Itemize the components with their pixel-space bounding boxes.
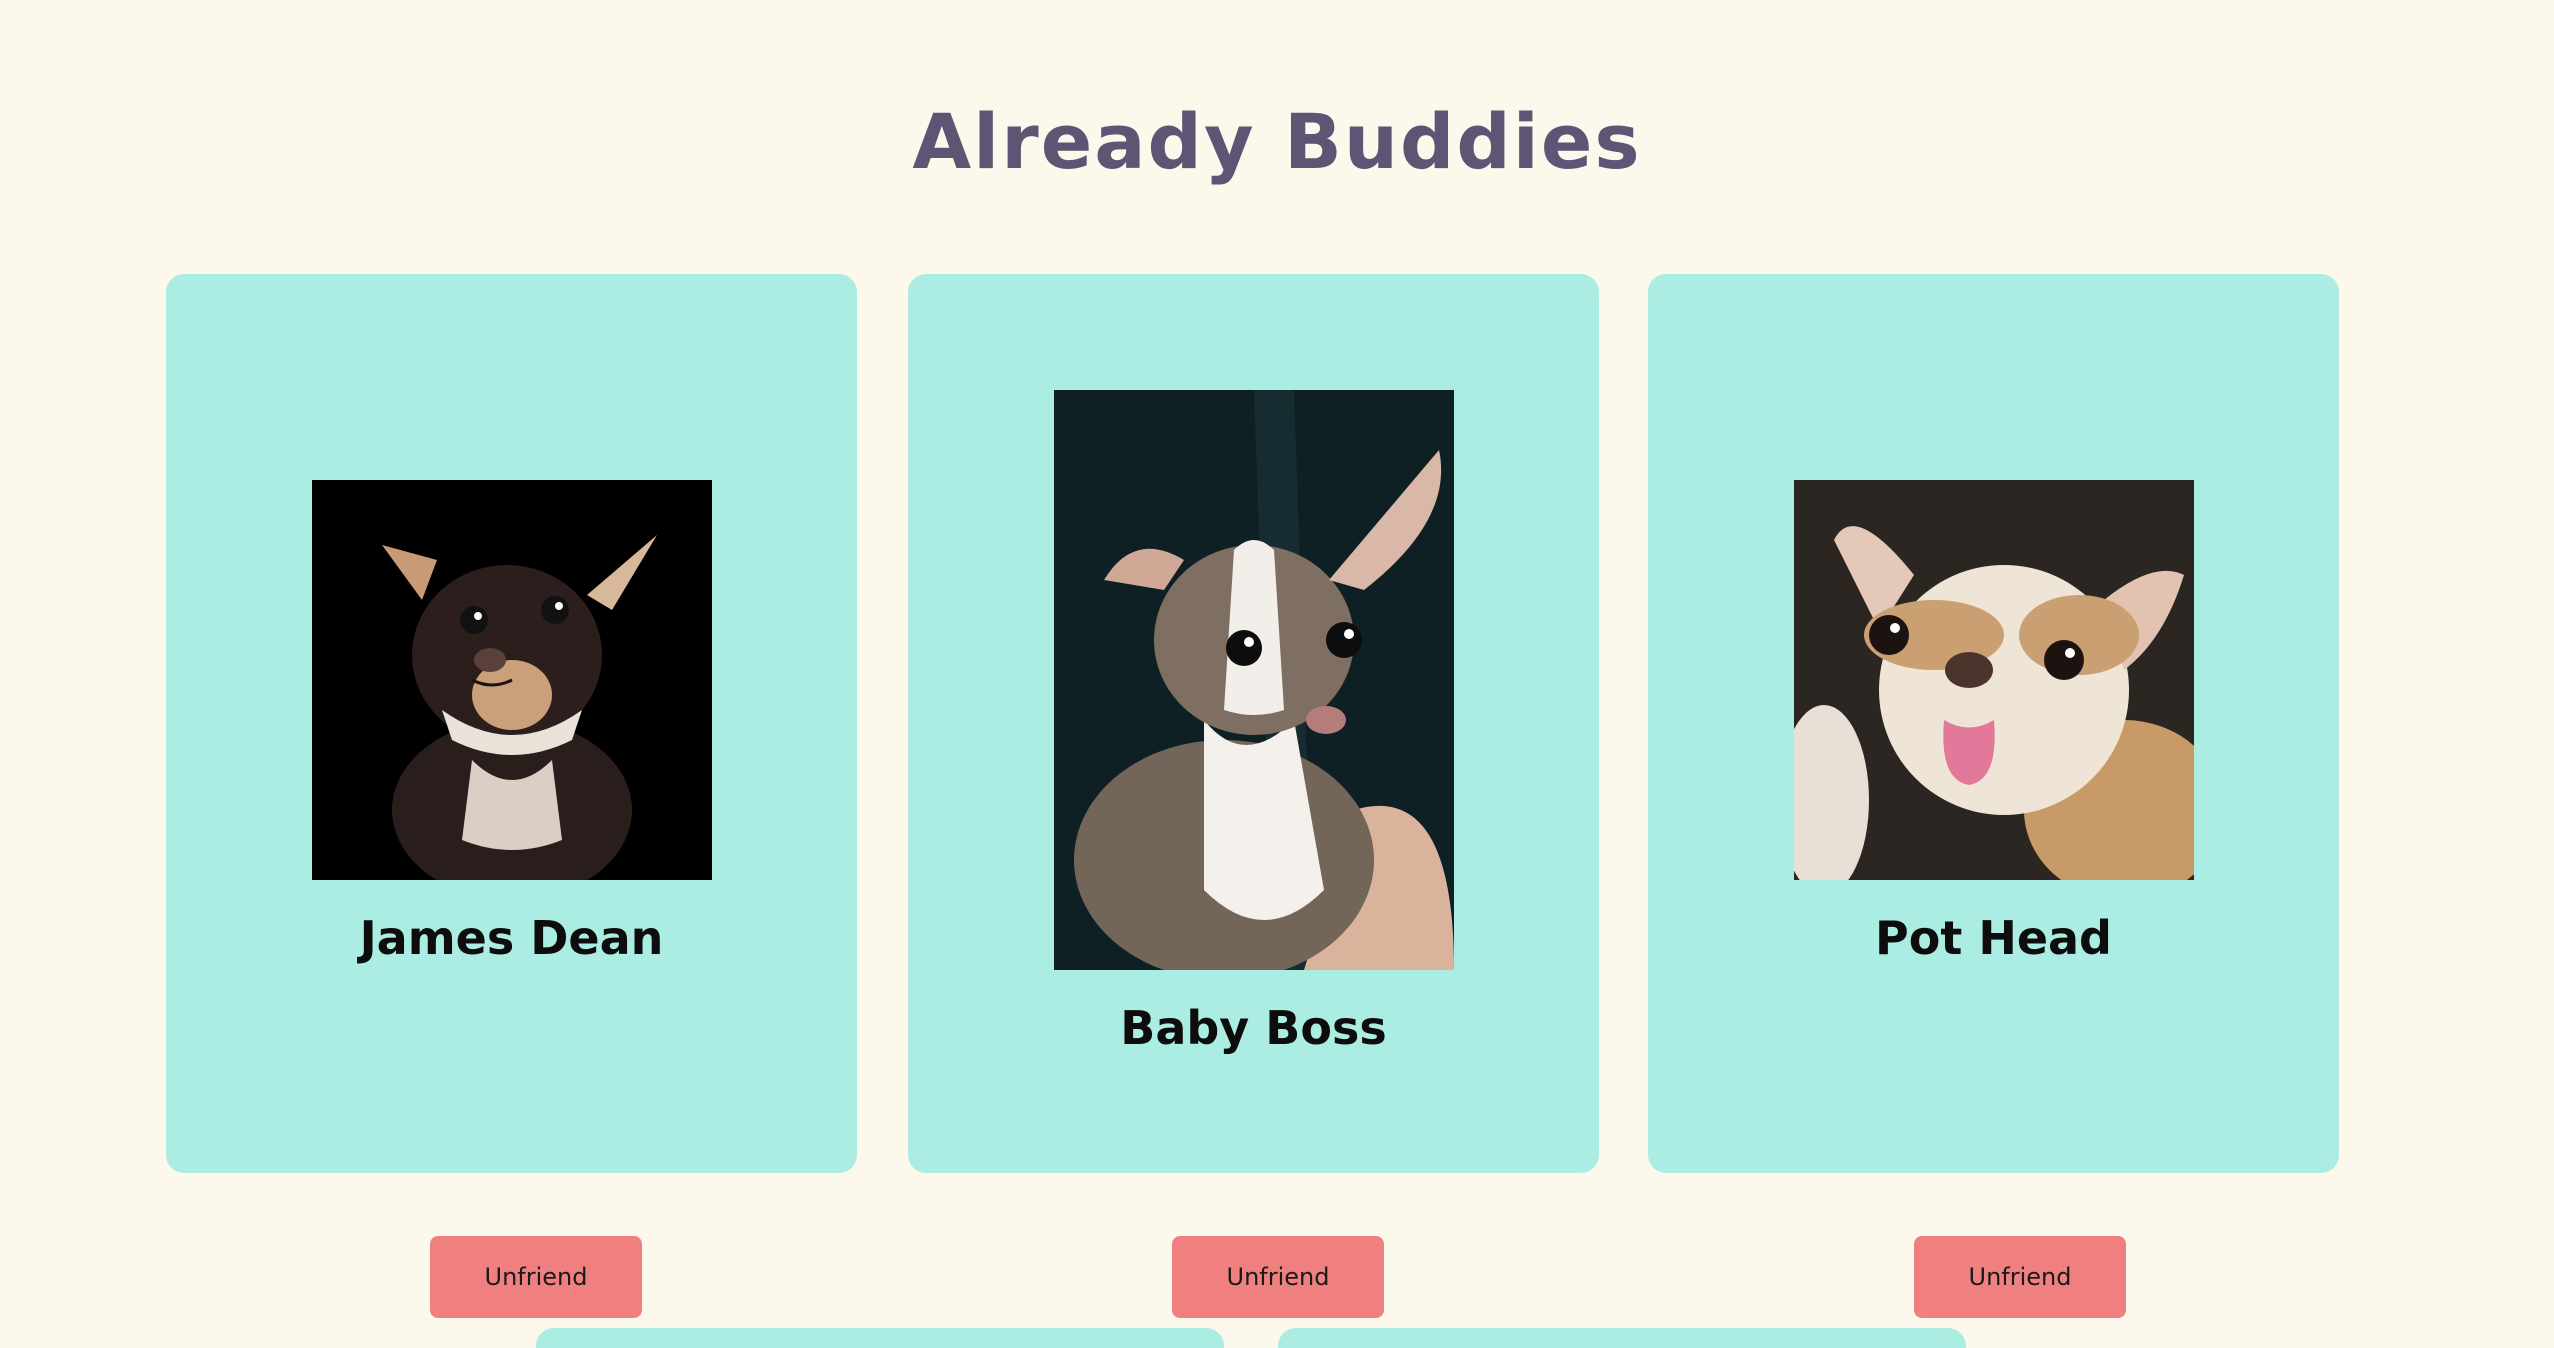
buddy-card-partial bbox=[1278, 1328, 1966, 1348]
buddy-card: Pot Head bbox=[1648, 274, 2339, 1173]
buddy-photo bbox=[1053, 389, 1454, 970]
buddy-card: James Dean bbox=[166, 274, 857, 1173]
unfriend-button[interactable]: Unfriend bbox=[1914, 1236, 2126, 1318]
buddy-name: Baby Boss bbox=[1120, 1000, 1387, 1055]
buddy-photo bbox=[311, 479, 712, 880]
buddy-card-partial bbox=[536, 1328, 1224, 1348]
page-title: Already Buddies bbox=[912, 97, 1642, 186]
unfriend-button[interactable]: Unfriend bbox=[430, 1236, 642, 1318]
buddy-card: Baby Boss bbox=[908, 274, 1599, 1173]
unfriend-button[interactable]: Unfriend bbox=[1172, 1236, 1384, 1318]
buddy-name: Pot Head bbox=[1875, 910, 2112, 965]
buddy-name: James Dean bbox=[359, 910, 664, 965]
buddy-photo bbox=[1793, 479, 2194, 880]
